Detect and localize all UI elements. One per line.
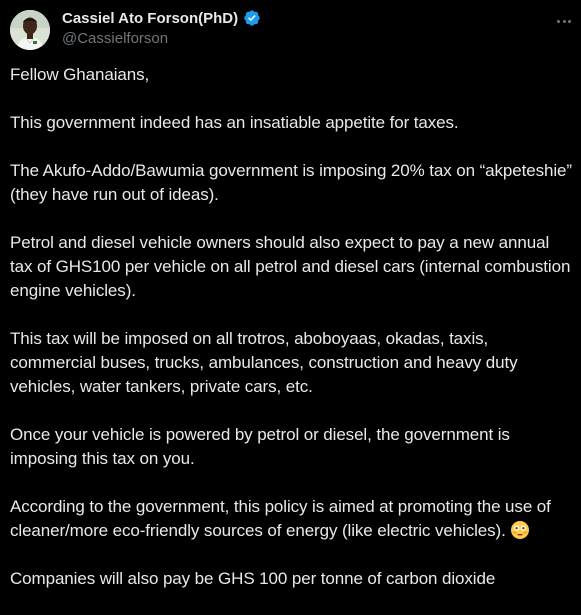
author-name-row: Cassiel Ato Forson(PhD) <box>62 9 261 27</box>
author-handle[interactable]: @Cassielforson <box>62 30 168 47</box>
tweet-paragraph-with-emoji: According to the government, this policy… <box>10 495 576 543</box>
tweet-header: Cassiel Ato Forson(PhD) @Cassielforson <box>10 9 581 51</box>
tweet-paragraph: Fellow Ghanaians, <box>10 65 150 84</box>
verified-badge-icon <box>243 9 261 27</box>
tweet-paragraph: Once your vehicle is powered by petrol o… <box>10 425 510 468</box>
flushed-face-emoji <box>510 520 530 540</box>
tweet-paragraph: Companies will also pay be GHS 100 per t… <box>10 569 496 588</box>
tweet-paragraph: This government indeed has an insatiable… <box>10 113 459 132</box>
tweet-paragraph: Petrol and diesel vehicle owners should … <box>10 233 571 300</box>
profile-photo <box>10 10 50 50</box>
tweet-text: Fellow Ghanaians, This government indeed… <box>10 63 576 615</box>
more-options-icon[interactable] <box>553 11 575 31</box>
tweet-paragraph: The Akufo-Addo/Bawumia government is imp… <box>10 161 572 204</box>
tweet-paragraph-text: According to the government, this policy… <box>10 497 551 540</box>
tweet-paragraph: This tax will be imposed on all trotros,… <box>10 329 518 396</box>
avatar[interactable] <box>10 10 50 50</box>
author-name[interactable]: Cassiel Ato Forson(PhD) <box>62 10 238 27</box>
